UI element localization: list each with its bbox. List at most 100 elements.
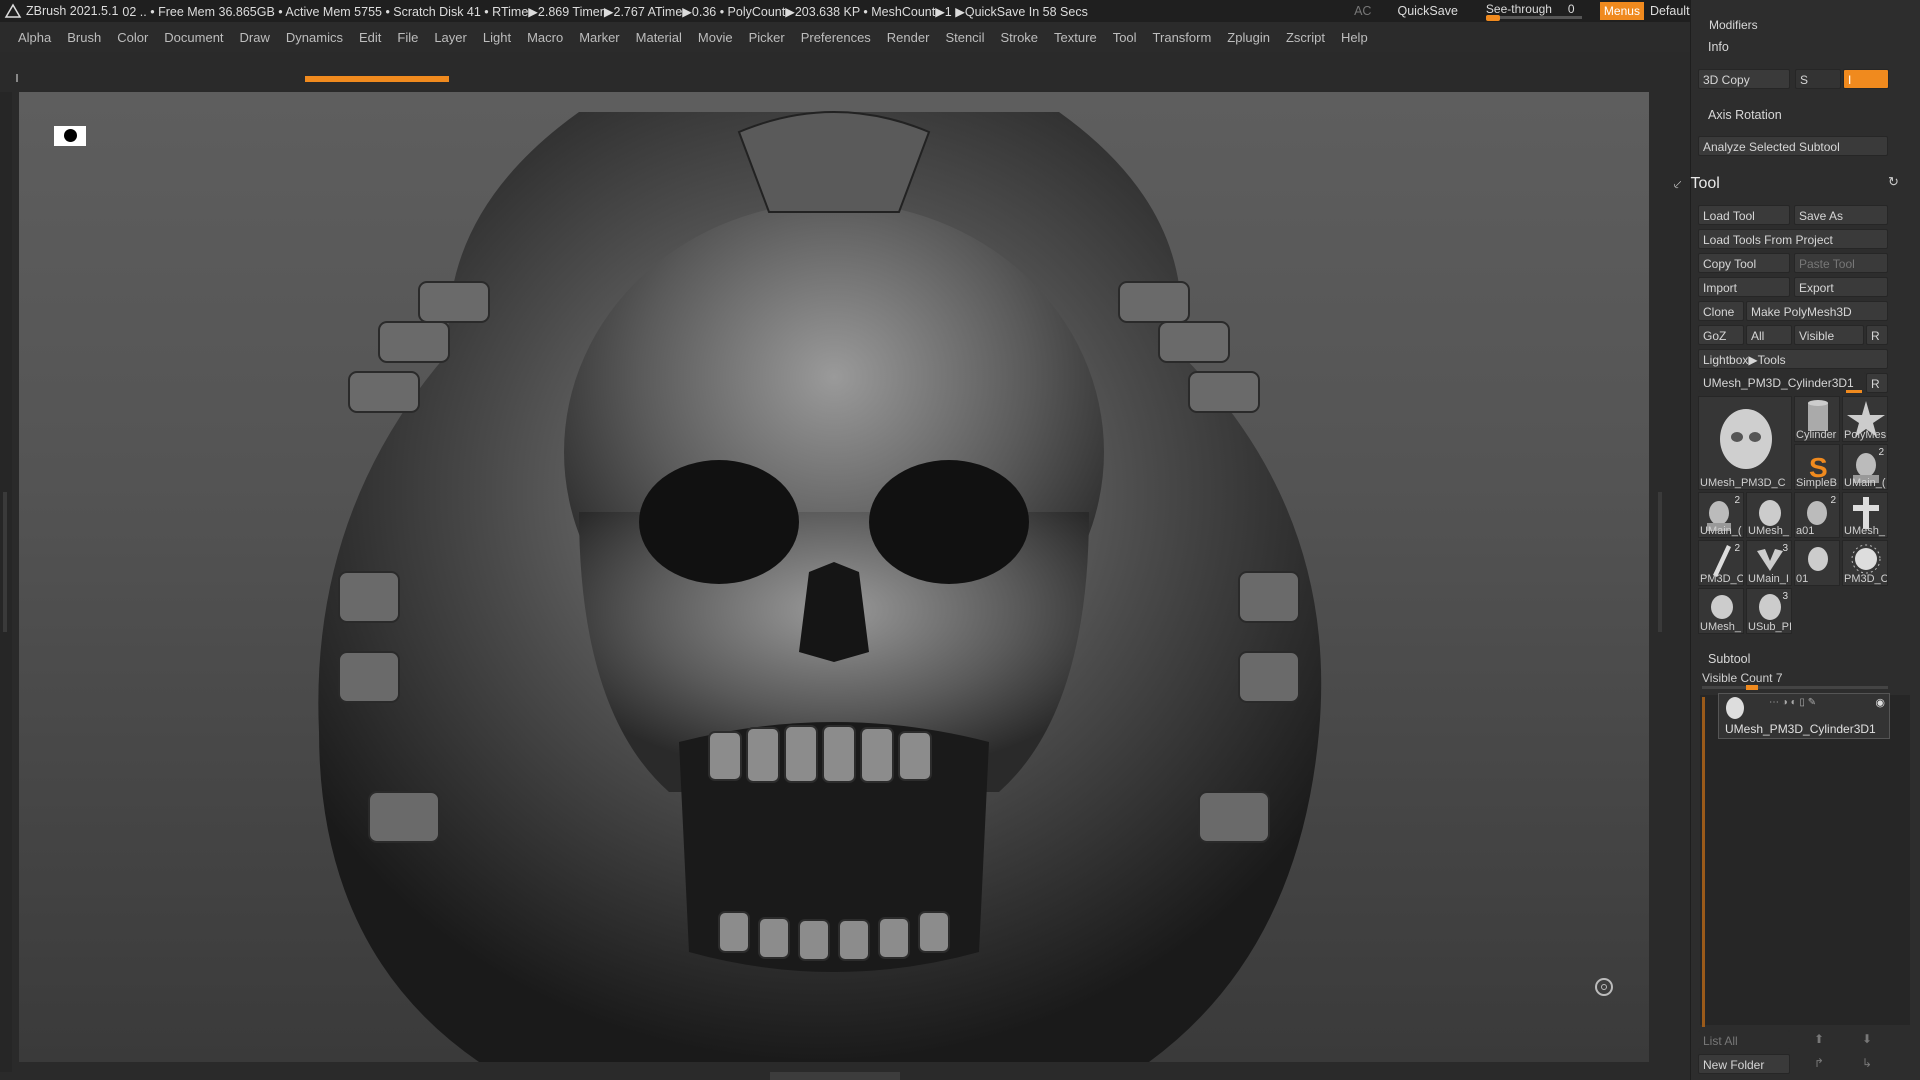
tool-thumb[interactable]: PolyMes <box>1842 396 1888 442</box>
tool-thumb[interactable]: 2 PM3D_C <box>1698 540 1744 586</box>
visible-count-slider[interactable] <box>1702 685 1888 690</box>
right-tray-handle[interactable] <box>1658 492 1662 632</box>
arrow-up-icon[interactable]: ⬆ <box>1814 1032 1824 1046</box>
menu-draw[interactable]: Draw <box>240 30 270 45</box>
menu-material[interactable]: Material <box>636 30 682 45</box>
canvas-viewport[interactable] <box>19 92 1649 1062</box>
bottom-shelf-handle[interactable] <box>770 1072 900 1080</box>
menu-edit[interactable]: Edit <box>359 30 381 45</box>
paste-tool-button[interactable]: Paste Tool <box>1794 253 1888 273</box>
tool-thumb[interactable]: S SimpleB <box>1794 444 1840 490</box>
clone-button[interactable]: Clone <box>1698 301 1744 321</box>
move-down-icon[interactable]: ↳ <box>1862 1056 1872 1070</box>
menu-tool[interactable]: Tool <box>1113 30 1137 45</box>
tool-thumb[interactable]: UMesh_ <box>1746 492 1792 538</box>
tool-thumb[interactable]: 2 UMain_( <box>1842 444 1888 490</box>
tool-thumb[interactable]: UMesh_PM3D_C <box>1698 396 1792 490</box>
list-all-button[interactable]: List All <box>1698 1030 1790 1050</box>
tool-thumb[interactable]: UMesh_ <box>1698 588 1744 634</box>
export-button[interactable]: Export <box>1794 277 1888 297</box>
menu-movie[interactable]: Movie <box>698 30 733 45</box>
visible-count-label: Visible Count 7 <box>1702 671 1783 685</box>
i-toggle[interactable]: I <box>1843 69 1889 89</box>
tool-thumb[interactable]: 2 UMain_( <box>1698 492 1744 538</box>
subtool-title[interactable]: Subtool <box>1708 652 1750 666</box>
reset-icon[interactable]: ↻ <box>1888 174 1899 190</box>
tool-thumb[interactable]: 3 USub_PI <box>1746 588 1792 634</box>
menu-zscript[interactable]: Zscript <box>1286 30 1325 45</box>
quicksave-button[interactable]: QuickSave <box>1397 4 1457 18</box>
visible-count-knob[interactable] <box>1746 685 1758 690</box>
sculpt-render <box>318 111 1322 1062</box>
alpha-dot-icon <box>64 129 77 142</box>
tool-thumb[interactable]: PM3D_C <box>1842 540 1888 586</box>
new-folder-button[interactable]: New Folder <box>1698 1054 1790 1074</box>
menu-macro[interactable]: Macro <box>527 30 563 45</box>
current-tool-r-button[interactable]: R <box>1866 373 1888 393</box>
menu-texture[interactable]: Texture <box>1054 30 1097 45</box>
zbrush-logo-icon <box>4 3 22 18</box>
left-tray-handle[interactable] <box>3 492 7 632</box>
analyze-subtool-button[interactable]: Analyze Selected Subtool <box>1698 136 1888 156</box>
tool-thumb[interactable]: UMesh_ <box>1842 492 1888 538</box>
subtool-thumb-icon <box>1726 697 1744 719</box>
copy-tool-button[interactable]: Copy Tool <box>1698 253 1790 273</box>
status-stats: 02 .. • Free Mem 36.865GB • Active Mem 5… <box>122 4 1088 19</box>
tool-slider-indicator <box>1846 390 1862 393</box>
menu-marker[interactable]: Marker <box>579 30 619 45</box>
see-through-value: 0 <box>1567 2 1575 16</box>
3d-copy-button[interactable]: 3D Copy <box>1698 69 1790 89</box>
arrow-down-icon[interactable]: ⬇ <box>1862 1032 1872 1046</box>
menu-preferences[interactable]: Preferences <box>801 30 871 45</box>
eye-icon[interactable]: ◉ <box>1875 696 1885 709</box>
menu-stencil[interactable]: Stencil <box>945 30 984 45</box>
menu-brush[interactable]: Brush <box>67 30 101 45</box>
import-button[interactable]: Import <box>1698 277 1790 297</box>
subtool-scrollbar[interactable] <box>1702 697 1705 1027</box>
ac-toggle[interactable]: AC <box>1354 4 1371 18</box>
menu-help[interactable]: Help <box>1341 30 1368 45</box>
tool-thumb[interactable]: Cylinder <box>1794 396 1840 442</box>
load-tool-button[interactable]: Load Tool <box>1698 205 1790 225</box>
goz-button[interactable]: GoZ <box>1698 325 1744 345</box>
title-bar: ZBrush 2021.5.1 02 .. • Free Mem 36.865G… <box>0 0 1920 22</box>
goz-r-button[interactable]: R <box>1866 325 1888 345</box>
current-tool-name[interactable]: UMesh_PM3D_Cylinder3D1 <box>1698 372 1866 392</box>
menu-render[interactable]: Render <box>887 30 930 45</box>
tool-thumb[interactable]: 3 UMain_I <box>1746 540 1792 586</box>
tool-thumb[interactable]: 01 <box>1794 540 1840 586</box>
load-tools-from-project-button[interactable]: Load Tools From Project <box>1698 229 1888 249</box>
move-up-icon[interactable]: ↱ <box>1814 1056 1824 1070</box>
menu-color[interactable]: Color <box>117 30 148 45</box>
goz-visible-button[interactable]: Visible <box>1794 325 1864 345</box>
info-label[interactable]: Info <box>1708 40 1729 54</box>
pin-icon[interactable]: ⸔ <box>1672 175 1683 194</box>
make-polymesh-button[interactable]: Make PolyMesh3D <box>1746 301 1888 321</box>
menu-file[interactable]: File <box>397 30 418 45</box>
s-toggle[interactable]: S <box>1795 69 1841 89</box>
slider-knob[interactable] <box>1485 15 1500 21</box>
tool-thumb[interactable]: 2 a01 <box>1794 492 1840 538</box>
axis-rotation-label[interactable]: Axis Rotation <box>1708 108 1782 122</box>
menu-alpha[interactable]: Alpha <box>18 30 51 45</box>
menu-layer[interactable]: Layer <box>434 30 467 45</box>
slider-track[interactable] <box>1485 16 1582 19</box>
brush-alpha-preview[interactable] <box>54 126 86 146</box>
menu-stroke[interactable]: Stroke <box>1000 30 1038 45</box>
subtool-visibility-icons[interactable]: ⋯ ◑ ◐ ▯ ✎ <box>1769 697 1816 708</box>
goz-all-button[interactable]: All <box>1746 325 1792 345</box>
menu-picker[interactable]: Picker <box>749 30 785 45</box>
lightbox-tools-button[interactable]: Lightbox▶Tools <box>1698 349 1888 369</box>
see-through-slider[interactable]: See-through 0 <box>1485 0 1582 22</box>
menu-zplugin[interactable]: Zplugin <box>1227 30 1270 45</box>
save-as-button[interactable]: Save As <box>1794 205 1888 225</box>
menu-document[interactable]: Document <box>164 30 223 45</box>
menu-dynamics[interactable]: Dynamics <box>286 30 343 45</box>
menus-button[interactable]: Menus <box>1599 2 1644 20</box>
modifiers-label[interactable]: Modifiers <box>1709 18 1758 32</box>
rotate-gizmo-icon[interactable] <box>1595 978 1613 996</box>
subtool-item[interactable]: ⋯ ◑ ◐ ▯ ✎ ◉ UMesh_PM3D_Cylinder3D1 <box>1718 693 1890 739</box>
menu-transform[interactable]: Transform <box>1153 30 1212 45</box>
menu-light[interactable]: Light <box>483 30 511 45</box>
tool-palette-header[interactable]: ⸔ Tool <box>1672 172 1902 196</box>
